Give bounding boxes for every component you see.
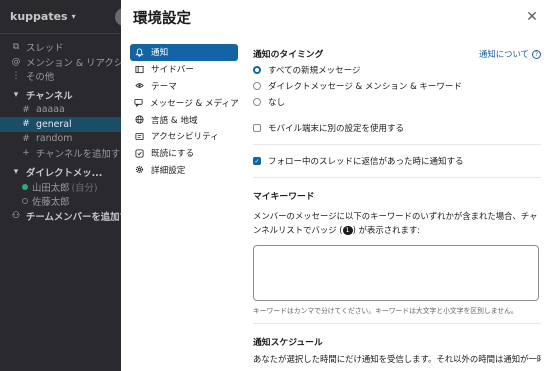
- mobile-settings-option[interactable]: モバイル端末に別の設定を使用する: [253, 120, 541, 136]
- keywords-description: メンバーのメッセージに以下のキーワードのいずれかが含まれた場合、チャンネルリスト…: [253, 210, 541, 237]
- keywords-hint: キーワードはカンマで分けてください。キーワードは大文字と小文字を区別しません。: [253, 307, 518, 315]
- offline-status-icon: [22, 198, 28, 205]
- option-label: すべての新規メッセージ: [268, 66, 361, 76]
- divider: [253, 177, 541, 178]
- nav-item-notifications[interactable]: 通知: [130, 44, 238, 61]
- preferences-modal: 環境設定 ✕ 通知 サイドバー テーマ メッセージ & メディア 言語 & 地域…: [121, 0, 550, 371]
- mention-icon: @: [11, 56, 21, 67]
- divider: [253, 323, 541, 324]
- hash-icon: #: [22, 133, 30, 144]
- keywords-section-title: マイキーワード: [253, 191, 315, 202]
- nav-item-advanced[interactable]: 詳細設定: [130, 162, 238, 179]
- option-label: ダイレクトメッセージ & メンション & キーワード: [268, 82, 462, 92]
- add-channel-label: チャンネルを追加する: [36, 149, 130, 161]
- thread-reply-checkbox[interactable]: ✓: [253, 157, 261, 165]
- about-notifications-label: 通知について: [479, 49, 529, 59]
- mobile-settings-checkbox[interactable]: [253, 124, 261, 132]
- nav-item-sidebar[interactable]: サイドバー: [130, 61, 238, 78]
- schedule-description: あなたが選択した時間にだけ通知を受信します。それ以外の時間は通知が一時: [253, 354, 541, 364]
- schedule-section-title: 通知スケジュール: [253, 337, 323, 348]
- timing-option-all[interactable]: すべての新規メッセージ: [253, 62, 541, 78]
- channel-label: aaaaa: [36, 104, 65, 116]
- nav-item-mark-read[interactable]: 既読にする: [130, 145, 238, 162]
- option-label: モバイル端末に別の設定を使用する: [268, 124, 405, 134]
- dm-name: 山田太郎: [32, 182, 70, 194]
- sidebar-item-label: スレッド: [26, 43, 64, 55]
- nav-item-label: アクセシビリティ: [151, 132, 219, 143]
- badge-sample: 1: [342, 225, 353, 235]
- nav-item-language-region[interactable]: 言語 & 地域: [130, 111, 238, 128]
- channel-label: general: [36, 118, 72, 130]
- nav-item-label: テーマ: [151, 81, 177, 92]
- caret-down-icon: ▾: [13, 90, 19, 101]
- nav-item-accessibility[interactable]: アクセシビリティ: [130, 128, 238, 145]
- about-notifications-link[interactable]: 通知について ?: [479, 48, 541, 60]
- nav-item-theme[interactable]: テーマ: [130, 78, 238, 95]
- accessibility-icon: [134, 131, 144, 141]
- sidebar-item-label: その他: [26, 72, 55, 84]
- plus-icon: +: [22, 148, 30, 159]
- hash-icon: #: [22, 104, 30, 115]
- online-status-icon: [22, 183, 28, 190]
- radio-dm-mentions-keywords[interactable]: [253, 82, 261, 90]
- nav-item-label: メッセージ & メディア: [150, 98, 239, 109]
- threads-icon: ⧉: [12, 42, 20, 53]
- nav-item-label: 通知: [151, 48, 169, 59]
- channels-header-label: チャンネル: [26, 91, 73, 103]
- radio-all-messages[interactable]: [253, 66, 261, 74]
- option-label: フォロー中のスレッドに返信があった時に通知する: [268, 157, 464, 167]
- keywords-input[interactable]: [253, 245, 539, 301]
- notifications-panel: 通知のタイミング 通知について ? すべての新規メッセージ ダイレクトメッセージ…: [253, 44, 541, 371]
- dm-name: 佐藤太郎: [32, 197, 70, 209]
- help-icon: ?: [532, 49, 541, 59]
- dm-suffix: (自分): [71, 182, 98, 194]
- nav-item-label: 詳細設定: [151, 165, 186, 176]
- chevron-down-icon: ▾: [71, 12, 76, 21]
- bell-icon: [134, 47, 144, 57]
- check-icon: [134, 148, 144, 158]
- add-person-icon: ⚇: [11, 210, 21, 221]
- eye-icon: [134, 81, 144, 91]
- workspace-name: kuppates: [10, 10, 68, 23]
- globe-icon: [134, 115, 144, 125]
- caret-down-icon: ▾: [13, 167, 19, 178]
- timing-option-none[interactable]: なし: [253, 94, 541, 110]
- radio-none[interactable]: [253, 98, 261, 106]
- dm-header-label: ダイレクトメッ...: [26, 168, 103, 180]
- divider: [253, 144, 541, 145]
- nav-item-label: 既読にする: [151, 149, 195, 160]
- thread-reply-option[interactable]: ✓ フォロー中のスレッドに返信があった時に通知する: [253, 153, 541, 169]
- option-label: なし: [268, 98, 286, 108]
- modal-header: 環境設定 ✕: [121, 0, 550, 34]
- nav-item-messages-media[interactable]: メッセージ & メディア: [130, 94, 239, 111]
- sidebar-icon: [134, 64, 144, 74]
- timing-option-dm-mentions[interactable]: ダイレクトメッセージ & メンション & キーワード: [253, 78, 541, 94]
- keywords-desc-text-2: ) が表示されます:: [352, 224, 421, 235]
- nav-item-label: サイドバー: [151, 65, 194, 76]
- message-icon: [134, 98, 143, 108]
- channel-label: random: [36, 133, 73, 145]
- gear-icon: [134, 165, 144, 175]
- modal-title: 環境設定: [133, 10, 191, 27]
- more-icon: ⋮: [11, 71, 21, 82]
- hash-icon: #: [22, 119, 30, 130]
- nav-item-label: 言語 & 地域: [151, 115, 198, 126]
- preferences-nav: 通知 サイドバー テーマ メッセージ & メディア 言語 & 地域 アクセシビリ…: [130, 44, 239, 179]
- close-icon[interactable]: ✕: [524, 9, 540, 25]
